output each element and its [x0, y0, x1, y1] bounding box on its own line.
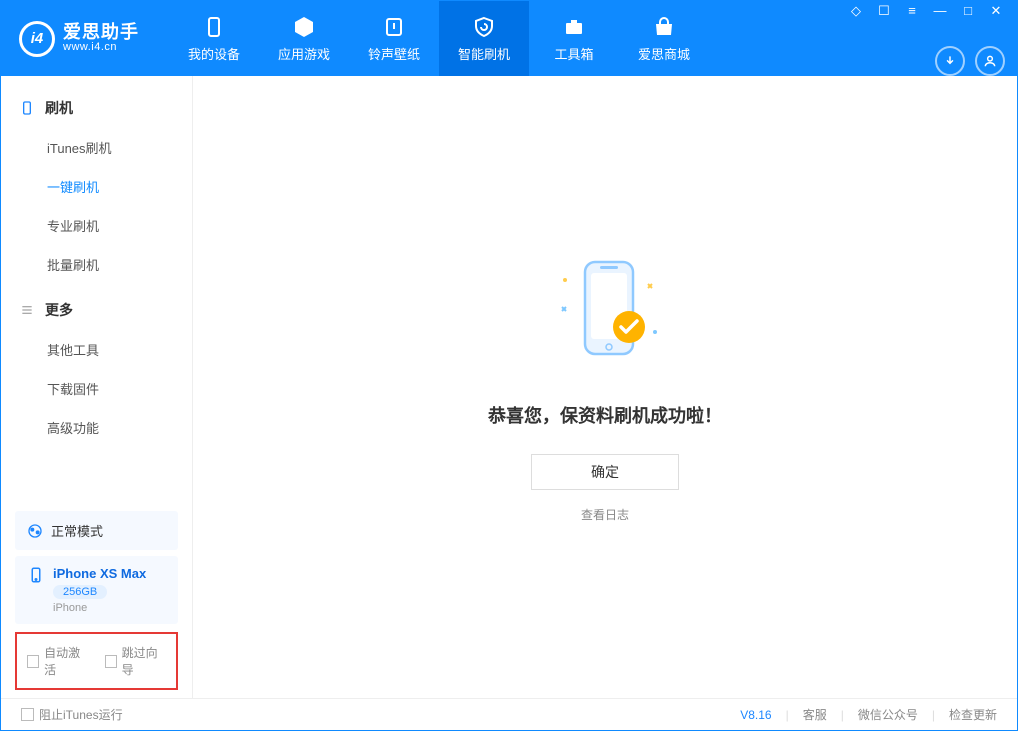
nav-label: 爱思商城 — [638, 44, 690, 63]
success-illustration — [530, 252, 680, 382]
shield-refresh-icon — [472, 15, 496, 39]
sidebar-section-more[interactable]: 更多 — [1, 290, 192, 330]
version-label: V8.16 — [740, 708, 771, 722]
nav-label: 工具箱 — [554, 44, 593, 63]
checkbox-auto-activate[interactable]: 自动激活 — [27, 644, 89, 678]
device-type: iPhone — [53, 602, 146, 614]
nav-label: 智能刷机 — [458, 44, 510, 63]
cube-icon — [292, 15, 316, 39]
device-icon — [202, 15, 226, 39]
phone-icon — [19, 100, 35, 116]
sidebar-item-pro-flash[interactable]: 专业刷机 — [1, 206, 192, 245]
sidebar-item-download-firmware[interactable]: 下载固件 — [1, 369, 192, 408]
app-name: 爱思助手 — [63, 23, 139, 42]
music-icon — [382, 15, 406, 39]
nav-label: 应用游戏 — [278, 44, 330, 63]
link-icon[interactable]: ☐ — [875, 2, 893, 20]
sidebar-item-batch-flash[interactable]: 批量刷机 — [1, 245, 192, 284]
checkbox-label: 阻止iTunes运行 — [39, 706, 123, 723]
minimize-button[interactable]: ― — [931, 2, 949, 20]
close-button[interactable]: ✕ — [987, 2, 1005, 20]
menu-icon[interactable]: ≡ — [903, 2, 921, 20]
checkbox-label: 跳过向导 — [122, 644, 166, 678]
mode-icon — [27, 523, 43, 539]
logo-icon: i4 — [19, 21, 55, 57]
section-title: 刷机 — [45, 98, 73, 118]
toolbox-icon — [562, 15, 586, 39]
device-phone-icon — [27, 566, 45, 584]
support-link[interactable]: 客服 — [803, 706, 827, 723]
view-log-link[interactable]: 查看日志 — [581, 506, 629, 523]
maximize-button[interactable]: □ — [959, 2, 977, 20]
checkbox-skip-guide[interactable]: 跳过向导 — [105, 644, 167, 678]
nav-smart-flash[interactable]: 智能刷机 — [439, 1, 529, 76]
check-update-link[interactable]: 检查更新 — [949, 706, 997, 723]
app-logo: i4 爱思助手 www.i4.cn — [19, 21, 139, 57]
device-capacity: 256GB — [53, 585, 107, 599]
wechat-link[interactable]: 微信公众号 — [858, 706, 918, 723]
checkbox-block-itunes[interactable]: 阻止iTunes运行 — [21, 706, 123, 723]
highlighted-options-box: 自动激活 跳过向导 — [15, 632, 178, 690]
download-button[interactable] — [935, 46, 965, 76]
nav-my-device[interactable]: 我的设备 — [169, 1, 259, 76]
success-message: 恭喜您，保资料刷机成功啦！ — [488, 402, 722, 428]
store-icon — [652, 15, 676, 39]
sidebar-item-other-tools[interactable]: 其他工具 — [1, 330, 192, 369]
checkbox-label: 自动激活 — [44, 644, 88, 678]
ok-button[interactable]: 确定 — [531, 454, 679, 490]
mode-label: 正常模式 — [51, 521, 103, 540]
sidebar-section-flash[interactable]: 刷机 — [1, 88, 192, 128]
nav-toolbox[interactable]: 工具箱 — [529, 1, 619, 76]
sidebar-item-itunes-flash[interactable]: iTunes刷机 — [1, 128, 192, 167]
sidebar-item-advanced[interactable]: 高级功能 — [1, 408, 192, 447]
nav-apps-games[interactable]: 应用游戏 — [259, 1, 349, 76]
device-name: iPhone XS Max — [53, 566, 146, 581]
nav-ringtone-wallpaper[interactable]: 铃声壁纸 — [349, 1, 439, 76]
nav-store[interactable]: 爱思商城 — [619, 1, 709, 76]
shirt-icon[interactable]: ◇ — [847, 2, 865, 20]
mode-card[interactable]: 正常模式 — [15, 511, 178, 550]
section-title: 更多 — [45, 300, 73, 320]
sidebar-item-oneclick-flash[interactable]: 一键刷机 — [1, 167, 192, 206]
user-button[interactable] — [975, 46, 1005, 76]
nav-label: 我的设备 — [188, 44, 240, 63]
list-icon — [19, 302, 35, 318]
device-card[interactable]: iPhone XS Max 256GB iPhone — [15, 556, 178, 624]
app-url: www.i4.cn — [63, 42, 139, 54]
nav-label: 铃声壁纸 — [368, 44, 420, 63]
